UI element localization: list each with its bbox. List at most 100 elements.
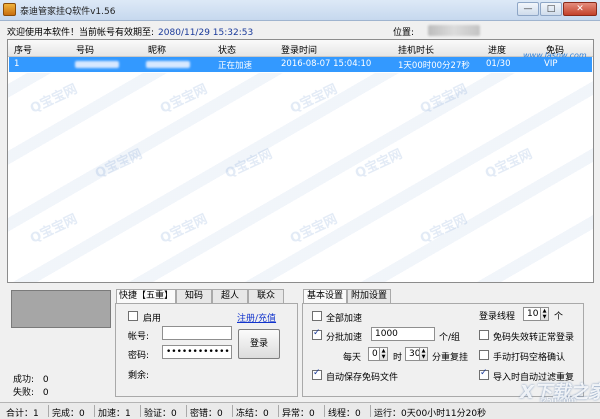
fallback-login-checkbox[interactable]	[479, 330, 489, 340]
fail-count: 0	[42, 388, 49, 398]
list-header: 序号 号码 昵称 状态 登录时间 挂机时长 进度 免码	[8, 40, 593, 57]
tab-basic-settings[interactable]: 基本设置	[303, 289, 347, 304]
status-verify: 验证：0	[144, 409, 177, 419]
watermark-text: Q宝宝网	[28, 81, 80, 117]
close-button[interactable]: ✕	[563, 2, 597, 16]
status-divider	[370, 405, 371, 417]
column-header[interactable]: 号码	[76, 43, 94, 56]
per-group-label: 个/组	[439, 333, 461, 343]
login-threads-spinner[interactable]: ▲ ▼	[541, 307, 549, 321]
batch-speed-label: 分批加速	[326, 333, 363, 343]
login-button[interactable]: 登录	[238, 329, 280, 359]
every-day-label: 每天	[343, 353, 362, 363]
tab-extra-settings[interactable]: 附加设置	[347, 289, 391, 303]
manual-captcha-label: 手动打码空格确认	[493, 353, 566, 363]
column-header[interactable]: 状态	[218, 43, 236, 56]
maximize-button[interactable]: □	[540, 2, 562, 16]
tab-chaoren[interactable]: 超人	[212, 289, 248, 303]
account-input[interactable]	[162, 326, 232, 340]
cell-login-time: 2016-08-07 15:04:10	[281, 59, 372, 69]
table-row[interactable]: 1 正在加速 2016-08-07 15:04:10 1天00时00分27秒 0…	[9, 57, 592, 72]
window-title: 泰迪管家挂Q软件v1.56	[20, 7, 116, 17]
cell-vip: VIP	[544, 59, 558, 69]
password-label: 密码:	[128, 351, 150, 361]
cell-duration: 1天00时00分27秒	[398, 61, 470, 71]
status-divider	[48, 405, 49, 417]
column-header[interactable]: 昵称	[148, 43, 166, 56]
location-label: 位置:	[393, 28, 415, 38]
column-header[interactable]: 序号	[14, 43, 32, 56]
app-icon	[3, 3, 16, 16]
column-header[interactable]: 进度	[488, 43, 506, 56]
full-speed-label: 全部加速	[326, 314, 363, 324]
register-link[interactable]: 注册/充值	[237, 311, 276, 324]
success-stat: 成功: 0	[13, 372, 49, 385]
enable-checkbox[interactable]	[128, 311, 138, 321]
enable-label: 启用	[143, 314, 162, 324]
account-list[interactable]: 序号 号码 昵称 状态 登录时间 挂机时长 进度 免码 www.lasnw.co…	[7, 39, 594, 283]
manual-captcha-checkbox[interactable]	[479, 350, 489, 360]
filter-duplicates-checkbox[interactable]	[479, 368, 489, 380]
hour-input[interactable]: 0	[368, 347, 380, 361]
watermark-pattern: Q宝宝网 Q宝宝网 Q宝宝网 Q宝宝网 Q宝宝网 Q宝宝网 Q宝宝网 Q宝宝网 …	[8, 73, 593, 282]
cell-nickname-blurred	[146, 61, 190, 68]
fallback-login-label: 免码失效转正常登录	[493, 333, 575, 343]
batch-size-input[interactable]: 1000	[371, 327, 435, 341]
cell-progress: 01/30	[486, 59, 511, 69]
full-speed-checkbox[interactable]	[312, 311, 322, 321]
cell-qq-blurred	[75, 61, 119, 68]
tab-quick[interactable]: 快捷【五重】	[116, 289, 176, 304]
expiry-date: 2080/11/29 15:32:53	[158, 28, 254, 38]
status-divider	[324, 405, 325, 417]
account-label: 帐号:	[128, 332, 150, 342]
watermark-text: Q宝宝网	[288, 211, 340, 247]
login-panel: 启用 注册/充值 帐号: 密码: ••••••••••••• 登录 剩余:	[115, 303, 298, 397]
captcha-preview	[11, 290, 111, 328]
column-header[interactable]: 登录时间	[281, 43, 317, 56]
status-threads: 线程：0	[328, 409, 361, 419]
login-tabs: 快捷【五重】 知码 超人 联众	[116, 289, 300, 304]
status-divider	[232, 405, 233, 417]
hour-spinner[interactable]: ▲ ▼	[380, 347, 388, 361]
title-bar[interactable]: 泰迪管家挂Q软件v1.56 — □ ✕	[0, 0, 600, 21]
status-speeding: 加速：1	[98, 409, 131, 419]
repeat-login-label: 分重复挂	[432, 353, 469, 363]
welcome-text: 欢迎使用本软件！当前帐号有效期至:	[7, 28, 155, 38]
hour-unit: 时	[393, 353, 403, 363]
status-divider	[140, 405, 141, 417]
watermark-text: Q宝宝网	[158, 81, 210, 117]
column-header[interactable]: 挂机时长	[398, 43, 434, 56]
minute-input[interactable]: 30	[405, 347, 420, 361]
status-runtime: 运行：0天00小时11分20秒	[374, 409, 487, 419]
password-input[interactable]: •••••••••••••	[162, 345, 232, 359]
remaining-label: 剩余:	[128, 371, 150, 381]
login-threads-input[interactable]: 10	[523, 307, 541, 321]
cell-status: 正在加速	[218, 61, 253, 71]
watermark-text: Q宝宝网	[28, 211, 80, 247]
status-divider	[186, 405, 187, 417]
tab-lianzhong[interactable]: 联众	[248, 289, 284, 303]
minute-spinner[interactable]: ▲ ▼	[420, 347, 428, 361]
minimize-button[interactable]: —	[517, 2, 539, 16]
status-abnormal: 异常：0	[282, 409, 315, 419]
status-done: 完成：0	[52, 409, 85, 419]
batch-speed-checkbox[interactable]	[312, 328, 322, 340]
status-frozen: 冻结：0	[236, 409, 269, 419]
status-total: 合计：1	[6, 409, 39, 419]
status-bar: 合计：1 完成：0 加速：1 验证：0 密错：0 冻结：0 异常：0 线程：0 …	[0, 402, 600, 419]
watermark-text: Q宝宝网	[418, 81, 470, 117]
tab-zhima[interactable]: 知码	[176, 289, 212, 303]
login-threads-unit: 个	[554, 312, 564, 322]
status-divider	[94, 405, 95, 417]
watermark-text: Q宝宝网	[353, 146, 405, 182]
auto-save-checkbox[interactable]	[312, 368, 322, 380]
watermark-text: Q宝宝网	[158, 211, 210, 247]
settings-tabs: 基本设置 附加设置	[303, 289, 403, 304]
watermark-text: Q宝宝网	[223, 146, 275, 182]
window-controls: — □ ✕	[516, 2, 597, 16]
main-window: 泰迪管家挂Q软件v1.56 — □ ✕ 欢迎使用本软件！当前帐号有效期至: 2080/…	[0, 0, 600, 419]
cell-index: 1	[14, 59, 20, 69]
watermark-text: Q宝宝网	[483, 146, 535, 182]
status-wrong-password: 密错：0	[190, 409, 223, 419]
auto-save-label: 自动保存免码文件	[326, 373, 399, 383]
